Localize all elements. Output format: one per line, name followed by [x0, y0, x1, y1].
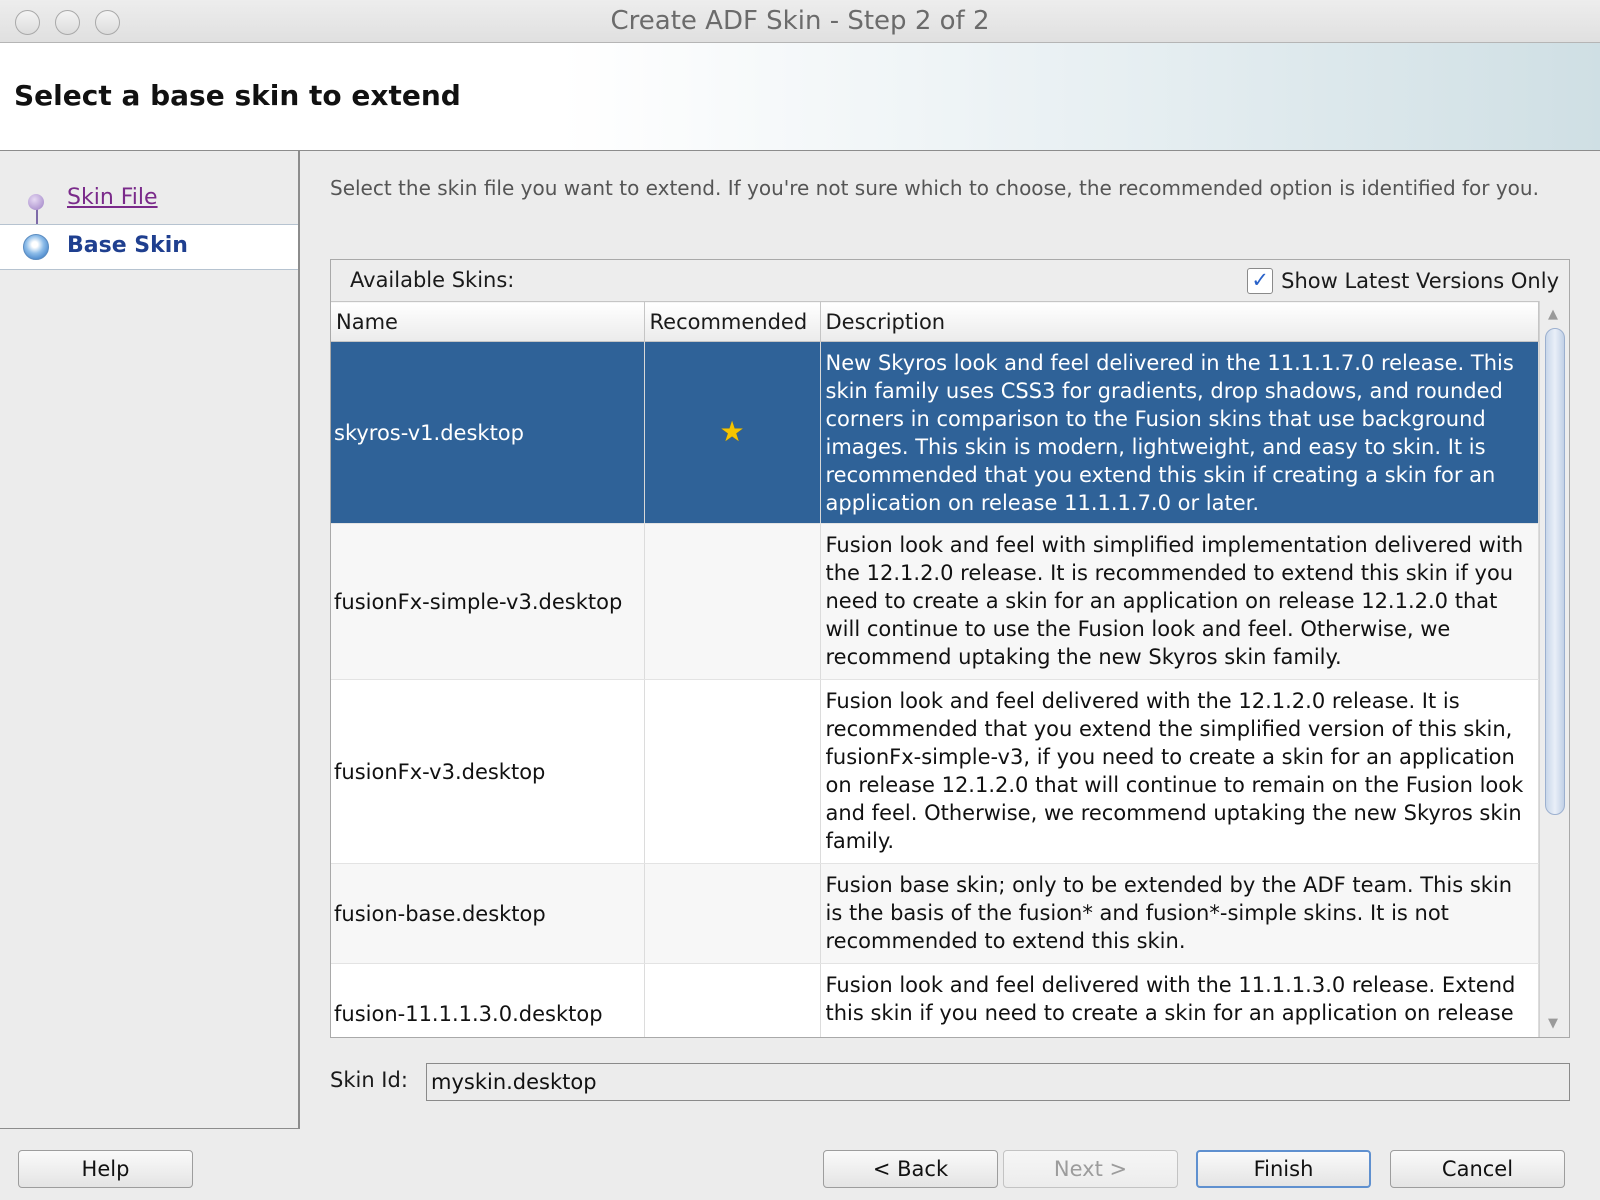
show-latest-checkbox-group[interactable]: ✓ Show Latest Versions Only — [1247, 268, 1559, 294]
recommended-cell[interactable] — [644, 963, 821, 1037]
skin-name-cell[interactable]: fusionFx-v3.desktop — [331, 679, 645, 864]
description-cell[interactable]: New Skyros look and feel delivered in th… — [820, 341, 1539, 524]
recommended-cell[interactable] — [644, 523, 821, 680]
title-bar: Create ADF Skin - Step 2 of 2 — [0, 0, 1600, 43]
table-row[interactable]: fusionFx-v3.desktop Fusion look and feel… — [331, 679, 1539, 864]
star-icon: ★ — [719, 414, 745, 448]
step-current-icon — [23, 234, 49, 260]
skin-id-label: Skin Id: — [330, 1068, 408, 1092]
table-row[interactable]: fusion-base.desktop Fusion base skin; on… — [331, 863, 1539, 964]
skin-name-cell[interactable]: fusionFx-simple-v3.desktop — [331, 523, 645, 680]
finish-button[interactable]: Finish — [1196, 1150, 1371, 1188]
available-skins-label: Available Skins: — [350, 268, 515, 292]
recommended-cell[interactable]: ★ — [644, 341, 821, 524]
scrollbar-thumb[interactable] — [1545, 328, 1565, 815]
description-cell[interactable]: Fusion base skin; only to be extended by… — [820, 863, 1539, 964]
skin-id-field[interactable] — [426, 1063, 1570, 1101]
scroll-up-arrow-icon[interactable]: ▲ — [1548, 307, 1558, 322]
step-visited-icon — [28, 194, 44, 210]
skin-name-cell[interactable]: fusion-base.desktop — [331, 863, 645, 964]
show-latest-label[interactable]: Show Latest Versions Only — [1281, 269, 1559, 293]
nav-step-skin-file[interactable]: Skin File — [0, 177, 298, 223]
description-cell[interactable]: Fusion look and feel delivered with the … — [820, 679, 1539, 864]
nav-step-label: Base Skin — [67, 233, 188, 258]
table-row[interactable]: skyros-v1.desktop ★ New Skyros look and … — [331, 341, 1539, 524]
table-scrollbar[interactable]: ▲ ▼ — [1539, 301, 1569, 1037]
description-cell[interactable]: Fusion look and feel with simplified imp… — [820, 523, 1539, 680]
table-row[interactable]: fusion-11.1.1.3.0.desktop Fusion look an… — [331, 963, 1539, 1037]
wizard-header: Select a base skin to extend — [0, 43, 1600, 151]
recommended-cell[interactable] — [644, 863, 821, 964]
column-header-description[interactable]: Description — [820, 301, 1539, 342]
table-row[interactable]: fusionFx-simple-v3.desktop Fusion look a… — [331, 523, 1539, 680]
cancel-button[interactable]: Cancel — [1390, 1150, 1565, 1188]
next-button[interactable]: Next > — [1003, 1150, 1178, 1188]
window-title: Create ADF Skin - Step 2 of 2 — [610, 6, 990, 36]
wizard-steps-nav: Skin File Base Skin — [0, 151, 300, 1129]
skins-table: Name Recommended Description skyros-v1.d… — [331, 301, 1569, 1037]
skin-name-cell[interactable]: fusion-11.1.1.3.0.desktop — [331, 963, 645, 1037]
available-skins-panel: Available Skins: ✓ Show Latest Versions … — [330, 259, 1570, 1038]
skin-name-cell[interactable]: skyros-v1.desktop — [331, 341, 645, 524]
column-header-recommended[interactable]: Recommended — [644, 301, 821, 342]
description-cell[interactable]: Fusion look and feel delivered with the … — [820, 963, 1539, 1037]
nav-step-base-skin[interactable]: Base Skin — [0, 224, 298, 270]
back-button[interactable]: < Back — [823, 1150, 998, 1188]
page-title: Select a base skin to extend — [14, 79, 461, 112]
recommended-cell[interactable] — [644, 679, 821, 864]
show-latest-checkbox[interactable]: ✓ — [1247, 268, 1274, 294]
help-button[interactable]: Help — [18, 1150, 193, 1188]
column-header-name[interactable]: Name — [331, 301, 645, 342]
nav-step-label[interactable]: Skin File — [67, 185, 158, 210]
scroll-down-arrow-icon[interactable]: ▼ — [1548, 1016, 1558, 1031]
instructions-text: Select the skin file you want to extend.… — [330, 176, 1539, 200]
